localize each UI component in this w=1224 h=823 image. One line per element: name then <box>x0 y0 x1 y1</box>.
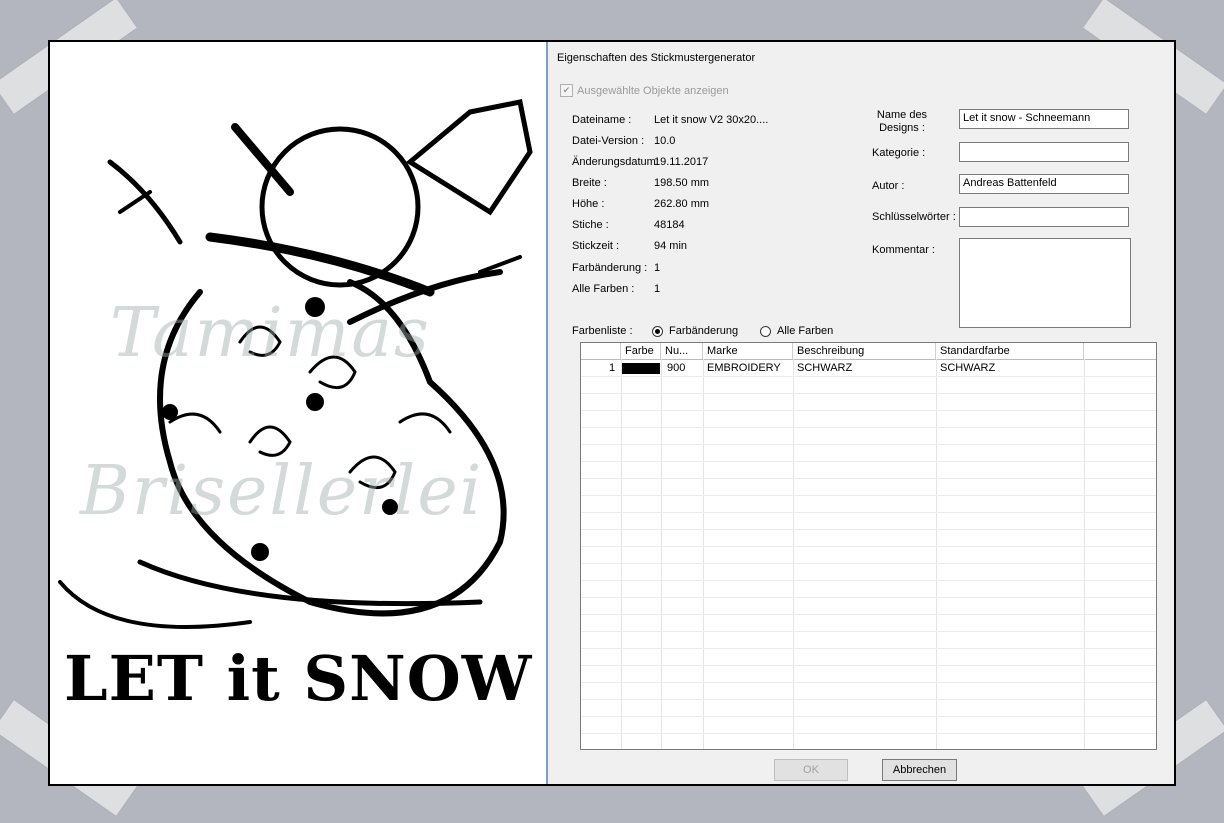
label-version: Datei-Version : <box>572 135 645 147</box>
label-width: Breite : <box>572 177 607 189</box>
author-field[interactable]: Andreas Battenfeld <box>959 174 1129 194</box>
cell-brand: EMBROIDERY <box>707 362 781 374</box>
value-all-colors: 1 <box>654 283 661 295</box>
radio-selected-icon <box>652 325 663 337</box>
label-design-name: Name des Designs : <box>876 109 928 134</box>
value-stitches: 48184 <box>654 219 685 231</box>
header-number[interactable]: Nu... <box>661 343 703 359</box>
cell-index: 1 <box>609 362 616 374</box>
properties-dialog: Eigenschaften des Stickmustergenerator ✔… <box>548 42 1174 784</box>
label-stitch-time: Stickzeit : <box>572 240 620 252</box>
design-name-field[interactable]: Let it snow - Schneemann <box>959 109 1129 129</box>
header-index[interactable] <box>581 343 621 359</box>
label-filename: Dateiname : <box>572 114 632 126</box>
show-selected-checkbox[interactable]: ✔ Ausgewählte Objekte anzeigen <box>560 84 729 97</box>
category-field[interactable] <box>959 142 1129 162</box>
value-modified: 19.11.2017 <box>654 156 709 168</box>
cancel-button[interactable]: Abbrechen <box>882 759 957 781</box>
cell-number: 900 <box>667 362 686 374</box>
value-stitch-time: 94 min <box>654 240 688 252</box>
checkmark-icon: ✔ <box>560 84 573 97</box>
watermark-line1: Tamimas <box>110 294 431 373</box>
label-height: Höhe : <box>572 198 605 210</box>
radio-color-change[interactable]: Farbänderung <box>652 325 738 337</box>
header-description[interactable]: Beschreibung <box>793 343 936 359</box>
dialog-title: Eigenschaften des Stickmustergenerator <box>557 52 756 64</box>
label-comment: Kommentar : <box>872 244 935 256</box>
value-height: 262.80 mm <box>654 198 710 210</box>
label-author: Autor : <box>872 180 905 192</box>
ok-button[interactable]: OK <box>774 759 848 781</box>
label-stitches: Stiche : <box>572 219 609 231</box>
table-header: Farbe Nu... Marke Beschreibung Standardf… <box>581 343 1156 360</box>
cell-description: SCHWARZ <box>797 362 853 374</box>
value-filename: Let it snow V2 30x20.... <box>654 114 769 126</box>
label-color-changes: Farbänderung : <box>572 262 648 274</box>
color-swatch <box>622 363 660 374</box>
colorlist-label: Farbenliste : <box>572 325 633 337</box>
watermark-line2: Brisellerlei <box>80 452 484 531</box>
header-color[interactable]: Farbe <box>621 343 661 359</box>
keywords-field[interactable] <box>959 207 1129 227</box>
header-brand[interactable]: Marke <box>703 343 793 359</box>
comment-field[interactable] <box>959 238 1131 328</box>
design-title-text: LET it SNOW <box>64 642 533 715</box>
radio-unselected-icon <box>760 325 771 337</box>
design-preview: Tamimas Brisellerlei LET it SNOW <box>50 42 546 784</box>
label-keywords: Schlüsselwörter : <box>872 211 956 223</box>
header-standard-color[interactable]: Standardfarbe <box>936 343 1084 359</box>
color-table[interactable]: Farbe Nu... Marke Beschreibung Standardf… <box>580 342 1157 750</box>
value-version: 10.0 <box>654 135 676 147</box>
radio-all-colors[interactable]: Alle Farben <box>760 325 833 337</box>
value-width: 198.50 mm <box>654 177 710 189</box>
label-modified: Änderungsdatum: <box>572 156 659 168</box>
label-all-colors: Alle Farben : <box>572 283 635 295</box>
value-color-changes: 1 <box>654 262 661 274</box>
show-selected-label: Ausgewählte Objekte anzeigen <box>577 84 729 97</box>
radio-all-colors-label: Alle Farben <box>777 325 834 337</box>
cell-standard-color: SCHWARZ <box>940 362 996 374</box>
radio-color-change-label: Farbänderung <box>669 325 739 337</box>
label-category: Kategorie : <box>872 147 926 159</box>
